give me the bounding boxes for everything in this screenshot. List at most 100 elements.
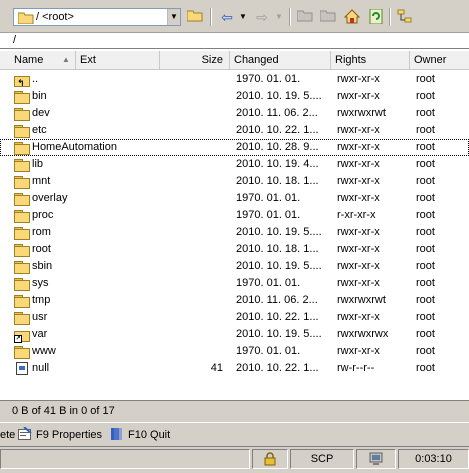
column-rights[interactable]: Rights [331, 51, 410, 69]
file-size [160, 105, 223, 122]
file-size [160, 173, 223, 190]
file-row[interactable]: bin 2010. 10. 19. 5.... rwxr-xr-x root [0, 88, 469, 105]
chevron-down-icon[interactable]: ▼ [167, 9, 180, 25]
path-bar[interactable]: / [0, 32, 469, 48]
file-size: 41 [210, 362, 223, 374]
folder-icon [14, 88, 32, 105]
file-size [160, 71, 223, 88]
file-size [160, 258, 223, 275]
open-directory-icon[interactable] [186, 9, 204, 25]
column-owner[interactable]: Owner [410, 51, 469, 69]
folder-icon-glyph [14, 346, 30, 359]
file-row[interactable]: ↰.. 1970. 01. 01. rwxr-xr-x root [0, 71, 469, 88]
file-name: sys [32, 277, 49, 289]
fkey-partial[interactable]: ete [0, 427, 15, 443]
folder-icon-glyph [14, 227, 30, 240]
refresh-icon[interactable] [367, 8, 385, 25]
file-rights: rwxr-xr-x [337, 277, 380, 289]
file-list[interactable]: Name ▲ Ext Size Changed Rights Owner ↰..… [0, 48, 469, 400]
file-changed: 2010. 10. 28. 9... [236, 141, 319, 153]
file-row[interactable]: lib 2010. 10. 19. 4... rwxr-xr-x root [0, 156, 469, 173]
file-name: .. [32, 73, 39, 85]
folder-icon-glyph [14, 244, 30, 257]
selection-summary: 0 B of 41 B in 0 of 17 [12, 405, 115, 417]
file-row[interactable]: mnt 2010. 10. 18. 1... rwxr-xr-x root [0, 173, 469, 190]
home-directory-icon[interactable] [343, 9, 361, 25]
file-row[interactable]: dev 2010. 11. 06. 2... rwxrwxrwt root [0, 105, 469, 122]
file-size [160, 224, 223, 241]
column-rights-label: Rights [335, 54, 367, 66]
file-row[interactable]: root 2010. 10. 18. 1... rwxr-xr-x root [0, 241, 469, 258]
fkey-partial-label: ete [0, 429, 16, 441]
column-changed[interactable]: Changed [230, 51, 331, 69]
folder-icon [14, 173, 32, 190]
file-owner: root [416, 192, 435, 204]
column-size-label: Size [201, 54, 223, 66]
file-rights: rwxr-xr-x [337, 345, 380, 357]
file-rights: rwxr-xr-x [337, 226, 380, 238]
file-owner: root [416, 362, 435, 374]
file-changed: 2010. 10. 19. 5.... [236, 226, 322, 238]
folder-icon [14, 292, 32, 309]
back-dropdown-icon[interactable]: ▼ [234, 9, 252, 25]
column-ext-label: Ext [80, 54, 96, 66]
file-rights: rwxr-xr-x [337, 175, 380, 187]
folder-icon [14, 105, 32, 122]
root-directory-icon[interactable] [319, 9, 337, 25]
file-size [160, 156, 223, 173]
folder-icon-glyph [14, 261, 30, 274]
file-changed: 2010. 11. 06. 2... [236, 294, 318, 306]
f10-quit-button[interactable]: F10 Quit [110, 427, 170, 443]
folder-icon-glyph [14, 210, 30, 223]
file-rights: rwxr-xr-x [337, 124, 380, 136]
file-changed: 2010. 10. 22. 1... [236, 124, 319, 136]
file-size [160, 207, 223, 224]
parent-folder-icon: ↰ [14, 71, 32, 88]
folder-icon [14, 207, 32, 224]
folder-icon [14, 190, 32, 207]
file-row[interactable]: proc 1970. 01. 01. r-xr-xr-x root [0, 207, 469, 224]
file-row[interactable]: etc 2010. 10. 22. 1... rwxr-xr-x root [0, 122, 469, 139]
forward-dropdown-icon[interactable]: ▼ [270, 9, 288, 25]
path-combo-value: / <root> [36, 11, 74, 23]
column-name[interactable]: Name ▲ [10, 51, 76, 69]
folder-icon [14, 241, 32, 258]
folder-icon-glyph [14, 159, 30, 172]
column-ext[interactable]: Ext [76, 51, 160, 69]
file-owner: root [416, 243, 435, 255]
path-combo[interactable]: / <root> ▼ [13, 8, 181, 26]
folder-icon-glyph [14, 176, 30, 189]
f10-quit-label: F10 Quit [128, 429, 171, 441]
sort-ascending-icon: ▲ [62, 55, 70, 64]
connection-panel [356, 449, 396, 469]
properties-icon [18, 427, 32, 440]
file-size [160, 122, 223, 139]
file-changed: 2010. 10. 18. 1... [236, 175, 319, 187]
file-name: root [32, 243, 51, 255]
file-row[interactable]: null 41 2010. 10. 22. 1... rw-r--r-- root [0, 360, 469, 377]
file-owner: root [416, 209, 435, 221]
f9-properties-button[interactable]: F9 Properties [18, 427, 102, 443]
file-row[interactable]: sys 1970. 01. 01. rwxr-xr-x root [0, 275, 469, 292]
file-row[interactable]: usr 2010. 10. 22. 1... rwxr-xr-x root [0, 309, 469, 326]
file-row[interactable]: ↗ var 2010. 10. 19. 5.... rwxrwxrwx root [0, 326, 469, 343]
file-row[interactable]: overlay 1970. 01. 01. rwxr-xr-x root [0, 190, 469, 207]
forward-icon[interactable]: ⇨ [253, 9, 271, 25]
file-row[interactable]: tmp 2010. 11. 06. 2... rwxrwxrwt root [0, 292, 469, 309]
folder-icon-glyph [14, 295, 30, 308]
file-owner: root [416, 328, 435, 340]
file-row[interactable]: www 1970. 01. 01. rwxr-xr-x root [0, 343, 469, 360]
encryption-panel [252, 449, 288, 469]
column-size[interactable]: Size [160, 51, 230, 69]
file-owner: root [416, 277, 435, 289]
computer-icon [369, 452, 383, 465]
file-row[interactable]: HomeAutomation 2010. 10. 28. 9... rwxr-xr-… [0, 139, 469, 156]
tree-view-icon[interactable] [396, 9, 414, 25]
parent-directory-icon[interactable] [296, 9, 314, 25]
file-row[interactable]: sbin 2010. 10. 19. 5.... rwxr-xr-x root [0, 258, 469, 275]
file-rights: r-xr-xr-x [337, 209, 376, 221]
folder-icon-glyph [14, 278, 30, 291]
file-changed: 2010. 10. 19. 4... [236, 158, 319, 170]
file-row[interactable]: rom 2010. 10. 19. 5.... rwxr-xr-x root [0, 224, 469, 241]
file-owner: root [416, 107, 435, 119]
